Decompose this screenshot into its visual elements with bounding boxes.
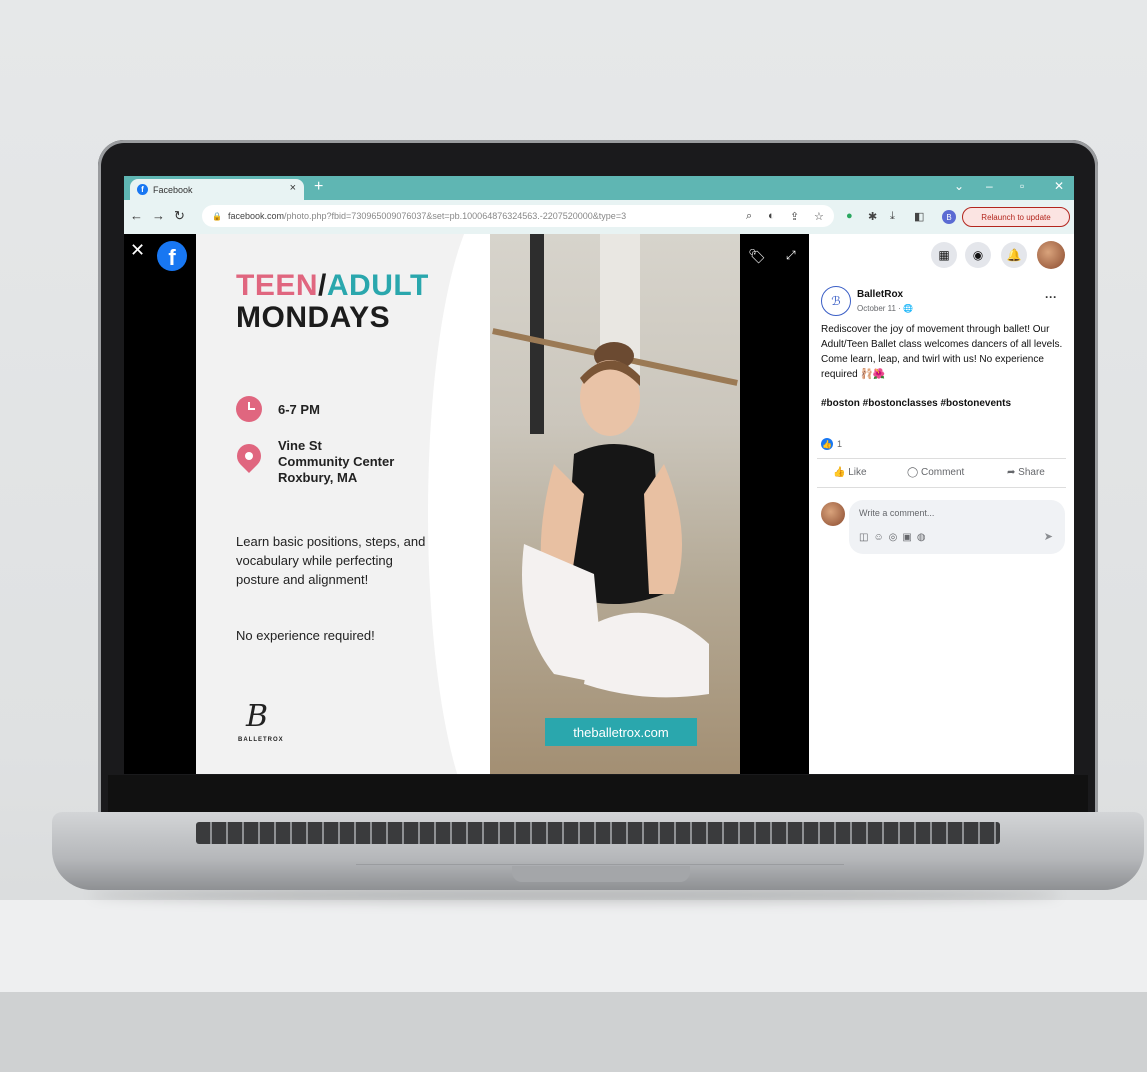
event-venue: Vine St Community Center Roxbury, MA — [278, 438, 394, 486]
post-text: Rediscover the joy of movement through b… — [821, 324, 1063, 380]
venue-line-3: Roxbury, MA — [278, 470, 358, 485]
laptop-bezel — [108, 775, 1088, 815]
post-panel: ▦ ◉ 🔔 ℬ BalletRox October 11 · 🌐 ··· Red… — [809, 234, 1074, 774]
event-time: 6-7 PM — [278, 402, 320, 417]
dancer-figure — [522, 342, 709, 698]
close-icon[interactable]: ✕ — [130, 240, 145, 261]
venue-line-1: Vine St — [278, 438, 322, 453]
reaction-count[interactable]: 👍 1 — [821, 438, 842, 450]
poster-experience: No experience required! — [236, 628, 375, 643]
clock-icon — [236, 396, 262, 422]
window-close-icon[interactable]: ✕ — [1054, 179, 1064, 193]
venue-line-2: Community Center — [278, 454, 395, 469]
new-tab-button[interactable]: + — [314, 178, 323, 196]
tab-close-icon[interactable]: × — [290, 182, 296, 194]
laptop-trackpad — [356, 846, 844, 865]
more-options-icon[interactable]: ··· — [1045, 290, 1057, 304]
title-day: MONDAYS — [236, 301, 391, 334]
laptop-shadow — [90, 888, 1060, 902]
user-avatar[interactable] — [1037, 241, 1065, 269]
star-icon[interactable]: ☆ — [814, 210, 824, 223]
title-teen: TEEN — [236, 269, 319, 302]
balletrox-logo: B — [246, 699, 269, 734]
restore-icon[interactable]: ▫ — [1020, 179, 1024, 193]
reload-icon[interactable]: ↻ — [174, 208, 185, 224]
shelf-surface — [0, 900, 1147, 992]
comment-label: Comment — [920, 467, 965, 478]
commenter-avatar — [821, 502, 845, 526]
search-icon[interactable]: ⌕ — [746, 210, 752, 223]
share-label: Share — [1018, 467, 1045, 478]
like-label: Like — [848, 467, 867, 478]
tag-icon[interactable]: 🏷 — [748, 248, 766, 265]
expand-icon[interactable]: ⤢ — [786, 248, 796, 263]
poster-title: TEEN/ADULT MONDAYS — [236, 270, 429, 334]
address-bar[interactable]: 🔒 facebook.com /photo.php?fbid=730965009… — [202, 205, 834, 227]
page-name[interactable]: BalletRox — [857, 289, 903, 300]
browser-tab[interactable]: f Facebook × — [130, 179, 304, 200]
menu-grid-icon[interactable]: ▦ — [931, 242, 957, 268]
like-button[interactable]: 👍 Like — [833, 467, 867, 478]
url-host: facebook.com — [227, 211, 284, 221]
comment-button[interactable]: ◯ Comment — [907, 467, 964, 478]
post-actions: 👍 Like ◯ Comment ➦ Share — [817, 458, 1066, 488]
shelf-front — [0, 992, 1147, 1072]
website-badge: theballetrox.com — [545, 718, 697, 746]
forward-arrow-icon[interactable]: → — [152, 208, 165, 223]
location-pin-icon — [232, 439, 266, 473]
lock-icon: 🔒 — [212, 211, 222, 221]
balletrox-logo-name: BALLETROX — [238, 737, 284, 743]
like-count: 1 — [837, 439, 843, 449]
url-path: /photo.php?fbid=730965009076037&set=pb.1… — [284, 211, 627, 221]
share-button[interactable]: ➦ Share — [1007, 467, 1045, 478]
title-adult: ADULT — [326, 269, 429, 302]
post-date-text: October 11 · — [857, 304, 904, 313]
facebook-logo-icon[interactable]: f — [157, 241, 187, 271]
post-date: October 11 · 🌐 — [857, 304, 913, 313]
extensions-icon[interactable]: ✱ — [868, 210, 877, 223]
post-hashtags[interactable]: #boston #bostonclasses #bostonevents — [821, 398, 1011, 409]
laptop-notch — [512, 866, 690, 882]
side-panel-icon[interactable]: ◧ — [914, 210, 924, 223]
google-lens-icon[interactable]: ◐ — [768, 210, 775, 222]
page-avatar[interactable]: ℬ — [821, 286, 851, 316]
back-arrow-icon[interactable]: ← — [130, 208, 143, 223]
tab-title: Facebook — [153, 184, 193, 195]
send-icon[interactable]: ➤ — [1044, 530, 1053, 543]
event-poster-image: TEEN/ADULT MONDAYS 6-7 PM Vine St Commun… — [196, 234, 740, 774]
profile-avatar[interactable]: B — [942, 210, 956, 224]
browser-toolbar: ← → ↻ 🔒 facebook.com /photo.php?fbid=730… — [124, 200, 1074, 234]
laptop-keyboard — [196, 822, 1000, 844]
tab-search-icon[interactable]: ⌄ — [954, 179, 964, 193]
like-reaction-icon: 👍 — [821, 438, 833, 450]
globe-icon: 🌐 — [903, 304, 914, 313]
download-icon[interactable]: ⤓ — [890, 210, 895, 223]
share-icon[interactable]: ⇪ — [790, 210, 799, 223]
facebook-favicon: f — [137, 184, 148, 195]
photo-viewer: ✕ f 🏷 ⤢ TEEN/ADULT MONDAYS 6-7 PM Vine S… — [124, 234, 809, 774]
title-slash: / — [318, 269, 327, 302]
comment-input[interactable]: Write a comment... ◫☺◎▣◍ ➤ — [849, 500, 1065, 554]
relaunch-button[interactable]: Relaunch to update — [962, 207, 1070, 227]
messenger-icon[interactable]: ◉ — [965, 242, 991, 268]
poster-description: Learn basic positions, steps, and vocabu… — [236, 534, 426, 587]
browser-tab-bar: f Facebook × + ⌄ – ▫ ✕ — [124, 176, 1074, 200]
bell-icon[interactable]: 🔔 — [1001, 242, 1027, 268]
minimize-icon[interactable]: – — [986, 179, 993, 193]
comment-placeholder: Write a comment... — [859, 508, 935, 518]
laptop-screen: f Facebook × + ⌄ – ▫ ✕ ← → ↻ 🔒 facebook.… — [124, 176, 1074, 774]
grammarly-icon[interactable]: ● — [846, 210, 853, 222]
comment-tools-icons[interactable]: ◫☺◎▣◍ — [859, 532, 931, 543]
